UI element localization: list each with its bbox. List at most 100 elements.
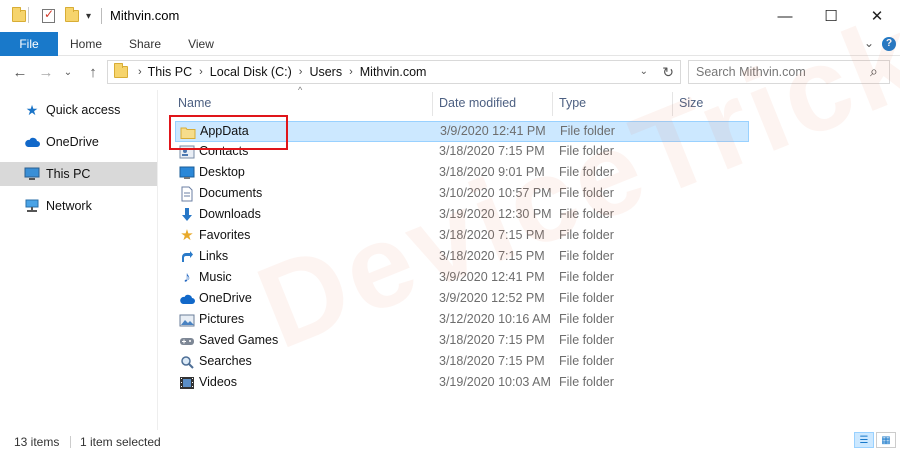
column-header-type[interactable]: Type bbox=[555, 92, 671, 114]
breadcrumb-current[interactable]: Mithvin.com bbox=[360, 65, 427, 79]
file-name[interactable]: OneDrive bbox=[199, 291, 252, 305]
column-divider[interactable] bbox=[432, 92, 433, 116]
search-icon[interactable]: ⌕ bbox=[870, 63, 895, 80]
nav-item-network[interactable]: Network bbox=[0, 194, 157, 218]
cloud-icon bbox=[24, 134, 40, 150]
file-row[interactable]: Documents 3/10/2020 10:57 PM File folder bbox=[175, 184, 749, 205]
file-type: File folder bbox=[559, 375, 614, 389]
back-button[interactable]: ← bbox=[10, 62, 30, 82]
refresh-icon[interactable]: ↻ bbox=[662, 64, 674, 81]
file-name[interactable]: Documents bbox=[199, 186, 262, 200]
up-button[interactable]: ↑ bbox=[83, 62, 103, 82]
new-folder-icon[interactable] bbox=[65, 7, 79, 25]
breadcrumb-this-pc[interactable]: This PC bbox=[148, 65, 192, 79]
file-name[interactable]: Saved Games bbox=[199, 333, 278, 347]
status-bar: 13 items 1 item selected ☰ ▦ bbox=[0, 430, 900, 450]
expand-ribbon-icon[interactable]: ⌄ bbox=[864, 36, 874, 50]
file-row[interactable]: Searches 3/18/2020 7:15 PM File folder bbox=[175, 352, 749, 373]
file-name[interactable]: Desktop bbox=[199, 165, 245, 179]
chevron-down-icon[interactable]: ⌄ bbox=[640, 66, 648, 77]
address-bar[interactable]: › This PC › Local Disk (C:) › Users › Mi… bbox=[107, 60, 681, 84]
file-type: File folder bbox=[559, 186, 614, 200]
search-input[interactable]: Search Mithvin.com bbox=[688, 60, 890, 84]
chevron-right-icon[interactable]: › bbox=[349, 66, 353, 78]
file-row[interactable]: Downloads 3/19/2020 12:30 PM File folder bbox=[175, 205, 749, 226]
file-type: File folder bbox=[559, 312, 614, 326]
file-row[interactable]: Videos 3/19/2020 10:03 AM File folder bbox=[175, 373, 749, 394]
recent-locations-icon[interactable]: ⌄ bbox=[58, 62, 78, 82]
breadcrumb-local-disk[interactable]: Local Disk (C:) bbox=[210, 65, 292, 79]
customize-toolbar-dropdown-icon[interactable]: ▾ bbox=[86, 7, 91, 25]
pictures-icon bbox=[179, 312, 195, 328]
properties-icon[interactable] bbox=[42, 7, 55, 25]
help-icon[interactable]: ? bbox=[882, 37, 896, 51]
divider bbox=[70, 436, 71, 448]
file-row[interactable]: Saved Games 3/18/2020 7:15 PM File folder bbox=[175, 331, 749, 352]
file-type: File folder bbox=[559, 333, 614, 347]
column-header-size[interactable]: Size bbox=[675, 92, 745, 114]
file-name[interactable]: Links bbox=[199, 249, 228, 263]
file-row[interactable]: Pictures 3/12/2020 10:16 AM File folder bbox=[175, 310, 749, 331]
file-name[interactable]: Music bbox=[199, 270, 232, 284]
documents-icon bbox=[179, 186, 195, 202]
chevron-right-icon[interactable]: › bbox=[299, 66, 303, 78]
folder-icon bbox=[114, 63, 128, 78]
file-row[interactable]: Desktop 3/18/2020 9:01 PM File folder bbox=[175, 163, 749, 184]
file-row[interactable]: ★ Favorites 3/18/2020 7:15 PM File folder bbox=[175, 226, 749, 247]
file-date-modified: 3/18/2020 7:15 PM bbox=[439, 144, 545, 158]
nav-item-label: This PC bbox=[46, 167, 91, 181]
file-row[interactable]: Links 3/18/2020 7:15 PM File folder bbox=[175, 247, 749, 268]
music-note-icon: ♪ bbox=[183, 269, 191, 286]
close-button[interactable]: ✕ bbox=[854, 0, 900, 32]
search-icon bbox=[179, 354, 195, 370]
divider bbox=[28, 7, 29, 23]
large-icons-view-button[interactable]: ▦ bbox=[876, 432, 896, 448]
highlight-box bbox=[169, 115, 288, 150]
nav-item-quick-access[interactable]: ★ Quick access bbox=[0, 98, 157, 122]
minimize-button[interactable]: — bbox=[762, 0, 808, 32]
nav-item-this-pc[interactable]: This PC bbox=[0, 162, 157, 186]
tab-share[interactable]: Share bbox=[122, 32, 168, 56]
star-icon: ★ bbox=[25, 101, 39, 118]
desktop-icon bbox=[179, 165, 195, 181]
column-divider[interactable] bbox=[552, 92, 553, 116]
star-icon: ★ bbox=[180, 227, 194, 244]
divider bbox=[101, 8, 102, 24]
games-icon bbox=[179, 333, 195, 349]
file-date-modified: 3/10/2020 10:57 PM bbox=[439, 186, 552, 200]
file-name[interactable]: Videos bbox=[199, 375, 237, 389]
maximize-button[interactable]: ☐ bbox=[808, 0, 854, 32]
file-name[interactable]: Searches bbox=[199, 354, 252, 368]
navigation-pane: ★ Quick access OneDrive This PC Network bbox=[0, 90, 158, 430]
file-type: File folder bbox=[559, 228, 614, 242]
details-view-button[interactable]: ☰ bbox=[854, 432, 874, 448]
item-count: 13 items bbox=[14, 435, 60, 449]
file-row[interactable]: ♪ Music 3/9/2020 12:41 PM File folder bbox=[175, 268, 749, 289]
chevron-right-icon[interactable]: › bbox=[138, 66, 142, 78]
column-header-name[interactable]: Name bbox=[174, 92, 432, 114]
file-date-modified: 3/9/2020 12:41 PM bbox=[440, 124, 546, 138]
column-header-date-modified[interactable]: Date modified bbox=[435, 92, 551, 114]
file-type: File folder bbox=[560, 124, 615, 138]
file-row[interactable]: OneDrive 3/9/2020 12:52 PM File folder bbox=[175, 289, 749, 310]
forward-button[interactable]: → bbox=[36, 62, 56, 82]
tab-home[interactable]: Home bbox=[64, 32, 108, 56]
folder-icon[interactable] bbox=[12, 7, 26, 25]
file-name[interactable]: Downloads bbox=[199, 207, 261, 221]
file-date-modified: 3/18/2020 7:15 PM bbox=[439, 228, 545, 242]
ribbon: File Home Share View ⌄ ? bbox=[0, 32, 900, 56]
chevron-right-icon[interactable]: › bbox=[199, 66, 203, 78]
cloud-icon bbox=[179, 291, 195, 307]
column-divider[interactable] bbox=[672, 92, 673, 116]
file-name[interactable]: Pictures bbox=[199, 312, 244, 326]
link-arrow-icon bbox=[179, 249, 195, 265]
breadcrumb-users[interactable]: Users bbox=[309, 65, 342, 79]
file-date-modified: 3/18/2020 7:15 PM bbox=[439, 333, 545, 347]
tab-view[interactable]: View bbox=[180, 32, 222, 56]
file-date-modified: 3/12/2020 10:16 AM bbox=[439, 312, 551, 326]
tab-file[interactable]: File bbox=[0, 32, 58, 56]
selection-count: 1 item selected bbox=[80, 435, 161, 449]
file-name[interactable]: Favorites bbox=[199, 228, 250, 242]
nav-item-onedrive[interactable]: OneDrive bbox=[0, 130, 157, 154]
file-type: File folder bbox=[559, 249, 614, 263]
